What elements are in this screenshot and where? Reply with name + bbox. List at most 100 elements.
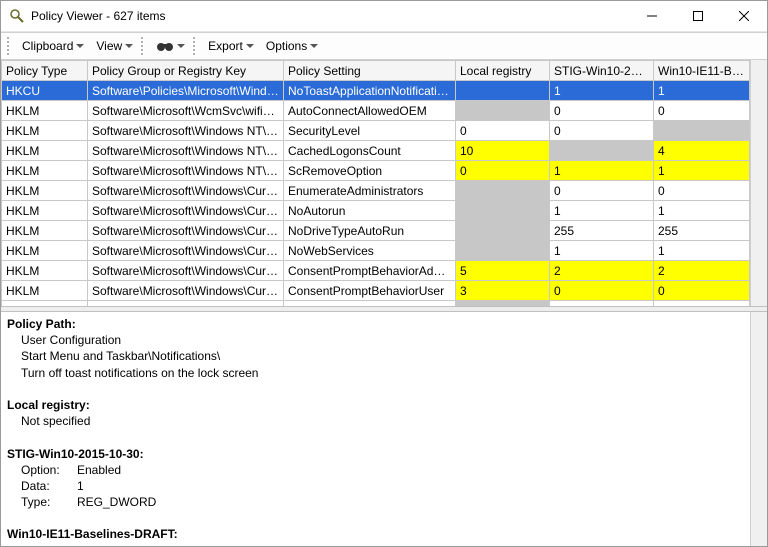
table-cell	[456, 101, 550, 121]
table-cell: 1	[654, 161, 750, 181]
policy-path-label: Policy Path:	[7, 317, 76, 331]
chevron-down-icon	[310, 44, 318, 48]
ie11-option-key: Option:	[21, 543, 77, 546]
table-cell: 4	[654, 141, 750, 161]
table-cell: HKLM	[2, 221, 88, 241]
stig-option-key: Option:	[21, 462, 77, 478]
table-cell: Software\Microsoft\Windows\Curren...	[88, 241, 284, 261]
table-cell: 1	[550, 161, 654, 181]
table-cell	[456, 221, 550, 241]
table-row[interactable]: HKLMSoftware\Microsoft\WcmSvc\wifinet...…	[2, 101, 750, 121]
table-cell: HKCU	[2, 81, 88, 101]
toolbar-grip[interactable]	[7, 37, 14, 55]
binoculars-button[interactable]	[152, 36, 189, 57]
table-cell: Software\Microsoft\Windows NT\Cu...	[88, 141, 284, 161]
table-row[interactable]: HKLMSoftware\Microsoft\Windows\Curren...…	[2, 241, 750, 261]
chevron-down-icon	[246, 44, 254, 48]
policy-path-line3: Turn off toast notifications on the lock…	[21, 365, 761, 381]
vertical-scrollbar[interactable]	[750, 312, 767, 546]
table-cell: 1	[654, 81, 750, 101]
stig-type-key: Type:	[21, 494, 77, 510]
table-cell: HKLM	[2, 181, 88, 201]
table-cell: CachedLogonsCount	[284, 141, 456, 161]
title-bar[interactable]: Policy Viewer - 627 items	[1, 1, 767, 32]
chevron-down-icon	[125, 44, 133, 48]
table-cell: 1	[654, 241, 750, 261]
table-cell: 1	[550, 241, 654, 261]
options-label: Options	[266, 39, 307, 53]
maximize-button[interactable]	[675, 1, 721, 31]
toolbar-grip[interactable]	[141, 37, 148, 55]
table-cell: ConsentPromptBehaviorAdmin	[284, 261, 456, 281]
table-cell: 0	[550, 101, 654, 121]
column-header[interactable]: Policy Setting	[284, 61, 456, 81]
table-cell: 10	[456, 141, 550, 161]
application-window: Policy Viewer - 627 items Clipboard View…	[0, 0, 768, 547]
minimize-button[interactable]	[629, 1, 675, 31]
table-cell: 0	[654, 101, 750, 121]
table-cell: 255	[550, 221, 654, 241]
table-cell: 0	[456, 161, 550, 181]
table-row[interactable]: HKLMSoftware\Microsoft\Windows\Curren...…	[2, 181, 750, 201]
column-header[interactable]: Local registry	[456, 61, 550, 81]
column-header[interactable]: Win10-IE11-Baselin	[654, 61, 750, 81]
stig-option-value: Enabled	[77, 463, 121, 477]
app-icon	[9, 8, 25, 24]
stig-data-key: Data:	[21, 478, 77, 494]
column-header[interactable]: Policy Group or Registry Key	[88, 61, 284, 81]
table-cell	[654, 121, 750, 141]
table-cell	[550, 141, 654, 161]
table-row[interactable]: HKLMSoftware\Microsoft\Windows NT\Cu...C…	[2, 141, 750, 161]
chevron-down-icon	[177, 44, 185, 48]
table-cell: Software\Microsoft\Windows\Curren...	[88, 201, 284, 221]
column-header[interactable]: Policy Type	[2, 61, 88, 81]
table-row[interactable]: HKLMSoftware\Microsoft\Windows NT\Cu...S…	[2, 121, 750, 141]
column-header[interactable]: STIG-Win10-2015-	[550, 61, 654, 81]
table-cell: 2	[654, 261, 750, 281]
clipboard-menu[interactable]: Clipboard	[18, 37, 88, 55]
table-cell: 1	[550, 81, 654, 101]
table-cell: 1	[654, 201, 750, 221]
table-cell: ScRemoveOption	[284, 161, 456, 181]
table-cell: 1	[550, 201, 654, 221]
content-area: Policy TypePolicy Group or Registry KeyP…	[1, 60, 767, 546]
table-row[interactable]: HKCUSoftware\Policies\Microsoft\Window..…	[2, 81, 750, 101]
table-cell: HKLM	[2, 261, 88, 281]
toolbar-grip[interactable]	[193, 37, 200, 55]
vertical-scrollbar[interactable]	[750, 60, 767, 306]
ie11-label: Win10-IE11-Baselines-DRAFT:	[7, 527, 178, 541]
table-cell: EnumerateAdministrators	[284, 181, 456, 201]
table-cell: 0	[550, 121, 654, 141]
table-cell: 0	[550, 181, 654, 201]
table-cell: HKLM	[2, 241, 88, 261]
table-cell: 0	[456, 121, 550, 141]
table-cell: Software\Policies\Microsoft\Window...	[88, 81, 284, 101]
table-cell: 3	[456, 281, 550, 301]
detail-pane: Policy Path: User Configuration Start Me…	[1, 312, 767, 546]
options-menu[interactable]: Options	[262, 37, 322, 55]
table-cell: AutoConnectAllowedOEM	[284, 101, 456, 121]
policy-path-line2: Start Menu and Taskbar\Notifications\	[21, 348, 761, 364]
table-cell	[456, 201, 550, 221]
chevron-down-icon	[76, 44, 84, 48]
table-row[interactable]: HKLMSoftware\Microsoft\Windows\Curren...…	[2, 261, 750, 281]
table-cell: NoDriveTypeAutoRun	[284, 221, 456, 241]
table-cell: HKLM	[2, 121, 88, 141]
table-row[interactable]: HKLMSoftware\Microsoft\Windows NT\Cu...S…	[2, 161, 750, 181]
local-registry-value: Not specified	[21, 413, 761, 429]
table-cell	[456, 81, 550, 101]
policy-grid[interactable]: Policy TypePolicy Group or Registry KeyP…	[1, 60, 750, 306]
table-row[interactable]: HKLMSoftware\Microsoft\Windows\Curren...…	[2, 281, 750, 301]
table-cell: HKLM	[2, 141, 88, 161]
table-cell: HKLM	[2, 101, 88, 121]
close-button[interactable]	[721, 1, 767, 31]
table-cell: HKLM	[2, 281, 88, 301]
stig-label: STIG-Win10-2015-10-30:	[7, 447, 144, 461]
policy-path-line1: User Configuration	[21, 332, 761, 348]
export-menu[interactable]: Export	[204, 37, 258, 55]
view-menu[interactable]: View	[92, 37, 137, 55]
table-cell: 255	[654, 221, 750, 241]
table-row[interactable]: HKLMSoftware\Microsoft\Windows\Curren...…	[2, 201, 750, 221]
table-row[interactable]: HKLMSoftware\Microsoft\Windows\Curren...…	[2, 221, 750, 241]
table-cell: SecurityLevel	[284, 121, 456, 141]
